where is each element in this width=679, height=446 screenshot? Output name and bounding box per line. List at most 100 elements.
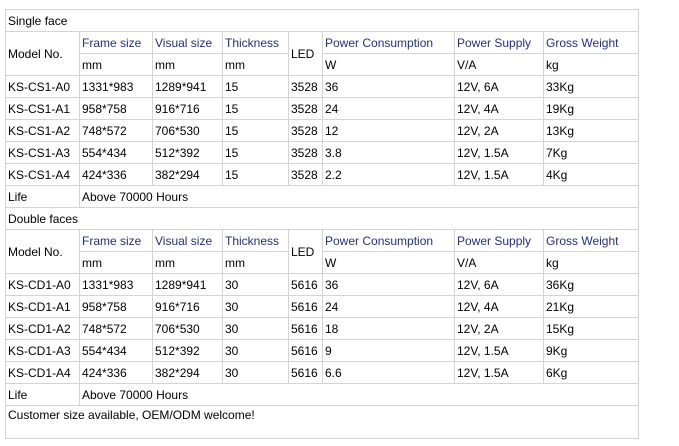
- header-power-consumption: Power Consumption: [322, 229, 455, 252]
- cell-visual: 512*392: [152, 339, 223, 362]
- cell-led: 3528: [288, 163, 323, 186]
- cell-supply: 12V, 2A: [454, 119, 544, 142]
- cell-led: 3528: [288, 97, 323, 120]
- cell-model: KS-CS1-A0: [5, 75, 80, 98]
- cell-visual: 706*530: [152, 119, 223, 142]
- cell-thickness: 30: [222, 295, 289, 318]
- cell-thickness: 15: [222, 75, 289, 98]
- life-value: Above 70000 Hours: [79, 383, 639, 406]
- cell-model: KS-CD1-A4: [5, 361, 80, 384]
- cell-led: 5616: [288, 361, 323, 384]
- header-led: LED: [288, 31, 323, 76]
- cell-visual: 1289*941: [152, 75, 223, 98]
- cell-weight: 4Kg: [543, 163, 639, 186]
- header-thickness: Thickness: [222, 229, 289, 252]
- cell-led: 5616: [288, 339, 323, 362]
- cell-weight: 21Kg: [543, 295, 639, 318]
- life-label: Life: [5, 185, 80, 208]
- unit-row: mm mm mm W V/A kg: [6, 251, 639, 274]
- cell-thickness: 30: [222, 361, 289, 384]
- cell-weight: 15Kg: [543, 317, 639, 340]
- header-gross-weight: Gross Weight: [543, 229, 639, 252]
- section-title-row: Single face: [5, 9, 639, 32]
- cell-frame: 958*758: [79, 97, 153, 120]
- cell-power: 2.2: [322, 163, 455, 186]
- unit-weight: kg: [543, 53, 639, 76]
- life-row: Life Above 70000 Hours: [5, 383, 639, 406]
- cell-power: 18: [322, 317, 455, 340]
- cell-supply: 12V, 4A: [454, 295, 544, 318]
- header-frame-size: Frame size: [79, 31, 153, 54]
- table-row: KS-CD1-A3 554*434 512*392 30 5616 9 12V,…: [5, 339, 639, 362]
- cell-supply: 12V, 2A: [454, 317, 544, 340]
- cell-power: 24: [322, 97, 455, 120]
- unit-frame: mm: [79, 251, 153, 274]
- table-row: KS-CS1-A4 424*336 382*294 15 3528 2.2 12…: [5, 163, 639, 186]
- cell-weight: 6Kg: [543, 361, 639, 384]
- header-thickness: Thickness: [222, 31, 289, 54]
- unit-thickness: mm: [222, 251, 289, 274]
- cell-led: 5616: [288, 273, 323, 296]
- cell-supply: 12V, 1.5A: [454, 339, 544, 362]
- section-title: Single face: [5, 9, 639, 32]
- header-frame-size: Frame size: [79, 229, 153, 252]
- unit-row: mm mm mm W V/A kg: [6, 53, 639, 76]
- unit-supply: V/A: [454, 251, 544, 274]
- header-row: Model No. Frame size Visual size Thickne…: [5, 229, 639, 274]
- cell-frame: 554*434: [79, 339, 153, 362]
- cell-supply: 12V, 1.5A: [454, 163, 544, 186]
- unit-power: W: [322, 53, 455, 76]
- table-row: KS-CD1-A0 1331*983 1289*941 30 5616 36 1…: [5, 273, 639, 296]
- table-row: KS-CS1-A2 748*572 706*530 15 3528 12 12V…: [5, 119, 639, 142]
- cell-power: 12: [322, 119, 455, 142]
- unit-visual: mm: [152, 53, 223, 76]
- cell-power: 3.8: [322, 141, 455, 164]
- cell-power: 24: [322, 295, 455, 318]
- section-title: Double faces: [5, 207, 639, 230]
- footer-row: Customer size available, OEM/ODM welcome…: [5, 405, 639, 439]
- cell-thickness: 30: [222, 317, 289, 340]
- cell-thickness: 30: [222, 273, 289, 296]
- cell-model: KS-CD1-A0: [5, 273, 80, 296]
- cell-power: 6.6: [322, 361, 455, 384]
- cell-weight: 33Kg: [543, 75, 639, 98]
- cell-frame: 958*758: [79, 295, 153, 318]
- cell-weight: 13Kg: [543, 119, 639, 142]
- cell-model: KS-CS1-A2: [5, 119, 80, 142]
- header-gross-weight: Gross Weight: [543, 31, 639, 54]
- cell-visual: 382*294: [152, 361, 223, 384]
- cell-frame: 1331*983: [79, 75, 153, 98]
- cell-thickness: 15: [222, 141, 289, 164]
- cell-supply: 12V, 1.5A: [454, 361, 544, 384]
- cell-visual: 706*530: [152, 317, 223, 340]
- header-visual-size: Visual size: [152, 229, 223, 252]
- header-visual-size: Visual size: [152, 31, 223, 54]
- cell-model: KS-CD1-A1: [5, 295, 80, 318]
- cell-led: 5616: [288, 295, 323, 318]
- table-row: KS-CS1-A0 1331*983 1289*941 15 3528 36 1…: [5, 75, 639, 98]
- cell-supply: 12V, 6A: [454, 273, 544, 296]
- cell-frame: 554*434: [79, 141, 153, 164]
- cell-model: KS-CS1-A4: [5, 163, 80, 186]
- life-value: Above 70000 Hours: [79, 185, 639, 208]
- cell-frame: 424*336: [79, 163, 153, 186]
- unit-weight: kg: [543, 251, 639, 274]
- cell-thickness: 15: [222, 97, 289, 120]
- cell-visual: 1289*941: [152, 273, 223, 296]
- header-power-supply: Power Supply: [454, 229, 544, 252]
- cell-visual: 512*392: [152, 141, 223, 164]
- cell-model: KS-CD1-A3: [5, 339, 80, 362]
- unit-supply: V/A: [454, 53, 544, 76]
- header-row: Model No. Frame size Visual size Thickne…: [5, 31, 639, 76]
- cell-led: 3528: [288, 75, 323, 98]
- cell-thickness: 15: [222, 119, 289, 142]
- header-model: Model No.: [5, 229, 80, 274]
- cell-led: 3528: [288, 141, 323, 164]
- unit-thickness: mm: [222, 53, 289, 76]
- life-row: Life Above 70000 Hours: [5, 185, 639, 208]
- cell-thickness: 30: [222, 339, 289, 362]
- table-row: KS-CD1-A4 424*336 382*294 30 5616 6.6 12…: [5, 361, 639, 384]
- cell-supply: 12V, 4A: [454, 97, 544, 120]
- cell-visual: 382*294: [152, 163, 223, 186]
- unit-frame: mm: [79, 53, 153, 76]
